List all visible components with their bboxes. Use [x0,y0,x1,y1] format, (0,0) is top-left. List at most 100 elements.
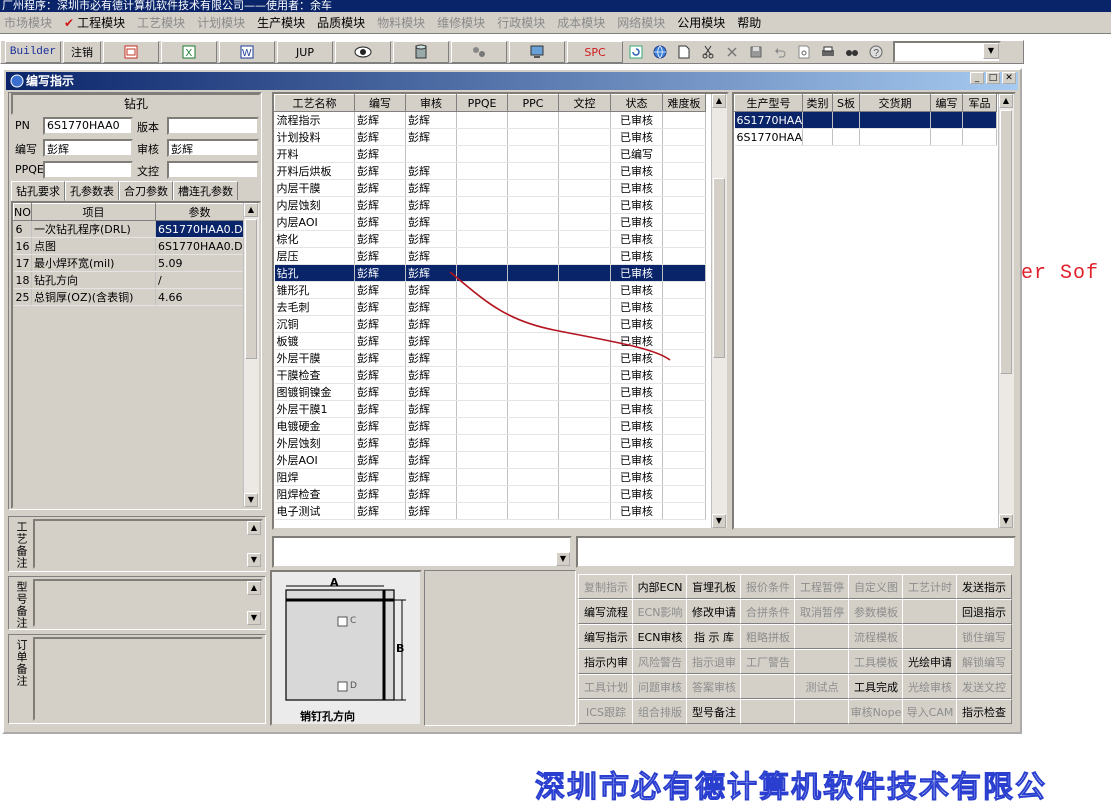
action-button-31[interactable]: 解锁编写 [956,649,1012,674]
tab-3[interactable]: 槽连孔参数 [173,181,238,200]
process-row[interactable]: 阻焊 彭辉 彭辉 已审核 [274,468,706,486]
editor-field[interactable]: 彭辉 [43,139,133,157]
process-row[interactable]: 电镀硬金 彭辉 彭辉 已审核 [274,417,706,435]
menu-item-11[interactable]: 公用模块 [677,14,725,31]
action-button-38[interactable]: 光绘审核 [902,674,958,699]
tab-2[interactable]: 合刀参数 [119,181,173,200]
menu-item-0[interactable]: 市场模块 [4,14,52,31]
action-button-19[interactable]: 粗略拼板 [740,624,796,649]
action-button-42[interactable]: 型号备注 [686,699,742,724]
process-row[interactable]: 开料 彭辉 已编写 [274,145,706,163]
menu-item-5[interactable]: 品质模块 [317,14,365,31]
excel-icon[interactable]: X [161,41,217,63]
action-button-0[interactable]: 复制指示 [578,574,634,599]
process-scrollbar[interactable]: ▲ ▼ [711,94,727,528]
action-button-29[interactable]: 工具模板 [848,649,904,674]
undo-icon[interactable] [769,41,791,63]
action-button-36[interactable]: 测试点 [794,674,850,699]
version-field[interactable] [167,117,259,135]
scroll-up-icon[interactable]: ▲ [712,94,726,108]
action-button-25[interactable]: 风险警告 [632,649,688,674]
action-button-23[interactable]: 锁住编写 [956,624,1012,649]
process-row[interactable]: 内层蚀刻 彭辉 彭辉 已审核 [274,196,706,214]
action-button-13[interactable]: 参数模板 [848,599,904,624]
action-button-12[interactable]: 取消暂停 [794,599,850,624]
action-button-7[interactable]: 发送指示 [956,574,1012,599]
action-button-47[interactable]: 指示检查 [956,699,1012,724]
chevron-down-icon[interactable]: ▼ [556,552,570,566]
action-button-3[interactable]: 报价条件 [740,574,796,599]
window-title-bar[interactable]: 编写指示 [6,72,1018,90]
remark-text-1[interactable]: ▲ ▼ [33,579,263,627]
menu-item-10[interactable]: 网络模块 [617,14,665,31]
action-button-17[interactable]: ECN审核 [632,624,688,649]
menu-item-4[interactable]: 生产模块 [257,14,305,31]
model-row[interactable]: 6S1770HAA0 [734,111,997,129]
computer-icon[interactable] [509,41,565,63]
model-col-header[interactable]: 编写 [930,94,963,112]
param-row[interactable]: 17 最小焊环宽(mil) 5.09 [13,254,244,272]
process-row[interactable]: 电子测试 彭辉 彭辉 已审核 [274,502,706,520]
process-row[interactable]: 阻焊检查 彭辉 彭辉 已审核 [274,485,706,503]
param-scrollbar[interactable]: ▲ ▼ [243,203,259,507]
tools-icon[interactable] [451,41,507,63]
remark-text-2[interactable] [33,637,263,721]
action-button-6[interactable]: 工艺计时 [902,574,958,599]
scroll-up-icon[interactable]: ▲ [247,581,261,595]
process-col-header[interactable]: 难度板 [662,94,706,112]
process-col-header[interactable]: PPC [507,94,559,112]
action-button-4[interactable]: 工程暂停 [794,574,850,599]
process-col-header[interactable]: 审核 [405,94,457,112]
action-button-37[interactable]: 工具完成 [848,674,904,699]
model-col-header[interactable]: 交货期 [859,94,931,112]
ppqe-field[interactable] [43,161,133,179]
cut-icon[interactable] [697,41,719,63]
scroll-down-icon[interactable]: ▼ [712,514,726,528]
param-row[interactable]: 6一次钻孔程序(DRL)6S1770HAA0.DRL [13,220,244,238]
action-button-1[interactable]: 内部ECN [632,574,688,599]
process-row[interactable]: 图镀铜镍金 彭辉 彭辉 已审核 [274,383,706,401]
help-icon[interactable]: ? [865,41,887,63]
scroll-down-icon[interactable]: ▼ [247,611,261,625]
preview-icon[interactable] [793,41,815,63]
chevron-down-icon[interactable]: ▼ [983,43,999,59]
param-col-header[interactable]: 项目 [31,203,156,221]
menu-item-8[interactable]: 行政模块 [497,14,545,31]
doc-control-field[interactable] [167,161,259,179]
action-button-15[interactable]: 回退指示 [956,599,1012,624]
action-button-24[interactable]: 指示内审 [578,649,634,674]
new-file-icon[interactable] [673,41,695,63]
action-button-16[interactable]: 编写指示 [578,624,634,649]
action-button-26[interactable]: 指示退审 [686,649,742,674]
action-button-5[interactable]: 自定义图 [848,574,904,599]
scroll-up-icon[interactable]: ▲ [999,94,1013,108]
param-row[interactable]: 16 点图 6S1770HAA0.D [13,237,244,255]
action-button-33[interactable]: 问题审核 [632,674,688,699]
action-button-10[interactable]: 修改申请 [686,599,742,624]
scroll-up-icon[interactable]: ▲ [244,203,258,217]
model-col-header[interactable]: S板 [832,94,860,112]
action-button-2[interactable]: 盲埋孔板 [686,574,742,599]
save-icon[interactable] [745,41,767,63]
delete-icon[interactable] [721,41,743,63]
process-row[interactable]: 流程指示 彭辉 彭辉 已审核 [274,111,706,129]
scroll-up-icon[interactable]: ▲ [247,521,261,535]
spc-button[interactable]: SPC [567,41,623,63]
print-icon[interactable] [817,41,839,63]
toolbar-combo[interactable]: ▼ [893,41,1001,63]
builder-button[interactable]: Builder [5,41,61,63]
action-button-32[interactable]: 工具计划 [578,674,634,699]
menu-item-9[interactable]: 成本模块 [557,14,605,31]
tab-1[interactable]: 孔参数表 [65,181,119,200]
scroll-thumb[interactable] [245,219,257,359]
minimize-icon[interactable]: _ [970,72,984,84]
process-row[interactable]: 计划投料 彭辉 彭辉 已审核 [274,128,706,146]
remark-input[interactable] [576,536,1016,568]
model-col-header[interactable]: 生产型号 [734,94,803,112]
process-combo[interactable]: ▼ [272,536,572,568]
find-icon[interactable] [841,41,863,63]
model-row[interactable]: 6S1770HAA0 [734,128,997,146]
process-row[interactable]: 棕化 彭辉 彭辉 已审核 [274,230,706,248]
word-icon[interactable]: W [219,41,275,63]
scroll-down-icon[interactable]: ▼ [999,514,1013,528]
